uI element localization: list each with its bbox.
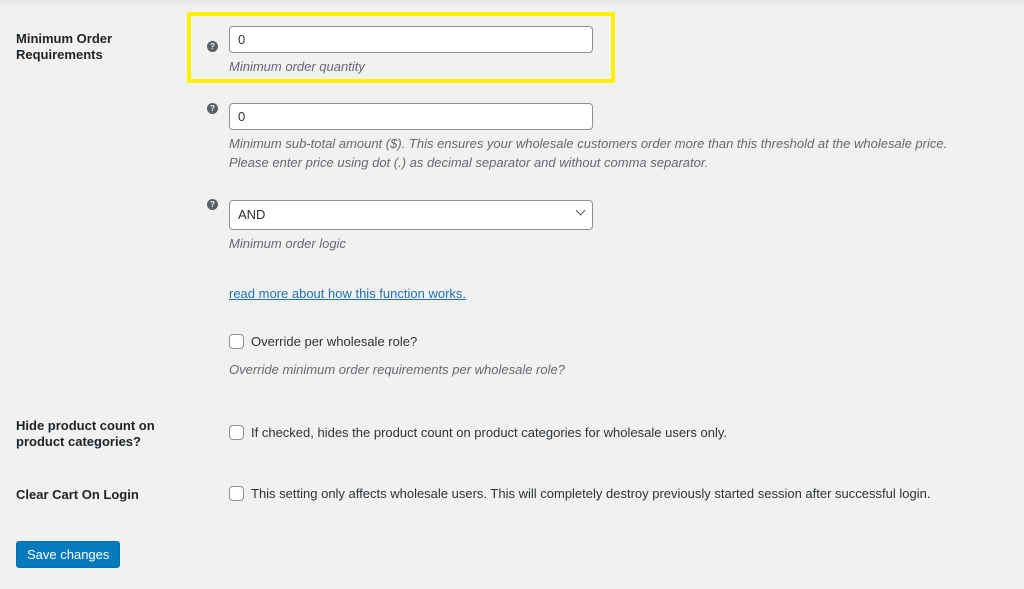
hide-product-count-row[interactable]: If checked, hides the product count on p… xyxy=(229,425,727,440)
hide-product-count-label: Hide product count on product categories… xyxy=(16,418,155,449)
read-more-link[interactable]: read more about how this function works. xyxy=(229,286,466,301)
clear-cart-text: This setting only affects wholesale user… xyxy=(251,486,931,501)
min-quantity-description: Minimum order quantity xyxy=(229,59,365,74)
help-icon[interactable]: ? xyxy=(207,199,218,210)
override-role-description: Override minimum order requirements per … xyxy=(229,362,565,377)
override-role-row[interactable]: Override per wholesale role? xyxy=(229,334,417,349)
help-icon[interactable]: ? xyxy=(207,103,218,114)
min-order-logic-select[interactable]: AND xyxy=(229,200,593,230)
help-icon[interactable]: ? xyxy=(207,41,218,52)
min-order-label: Minimum Order Requirements xyxy=(16,31,113,62)
clear-cart-checkbox[interactable] xyxy=(229,486,244,501)
min-subtotal-input[interactable]: 0 xyxy=(229,103,593,130)
min-quantity-input[interactable]: 0 xyxy=(229,26,593,53)
min-order-logic-value: AND xyxy=(238,207,266,222)
hide-product-count-checkbox[interactable] xyxy=(229,425,244,440)
min-subtotal-description-1: Minimum sub-total amount ($). This ensur… xyxy=(229,136,948,151)
clear-cart-label: Clear Cart On Login xyxy=(16,487,139,502)
override-role-checkbox[interactable] xyxy=(229,334,244,349)
top-shadow xyxy=(0,0,1024,8)
save-changes-button[interactable]: Save changes xyxy=(16,541,121,568)
clear-cart-row[interactable]: This setting only affects wholesale user… xyxy=(229,486,930,501)
min-order-logic-description: Minimum order logic xyxy=(229,236,347,251)
chevron-down-icon xyxy=(575,205,586,216)
override-role-label: Override per wholesale role? xyxy=(251,334,418,349)
min-subtotal-description-2: Please enter price using dot (.) as deci… xyxy=(229,155,709,170)
hide-product-count-text: If checked, hides the product count on p… xyxy=(251,425,727,440)
